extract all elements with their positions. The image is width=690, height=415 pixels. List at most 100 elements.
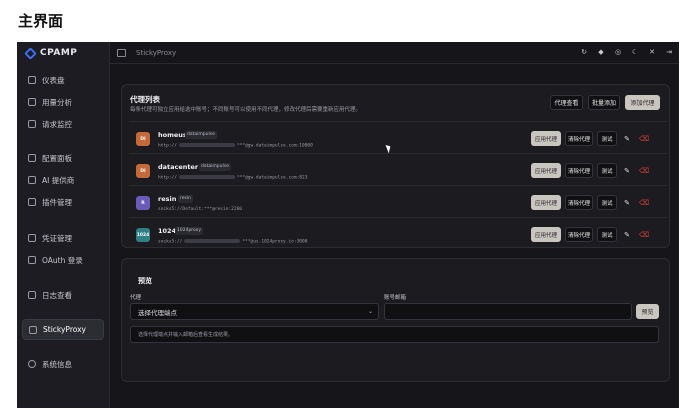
sidebar-item-oauth[interactable]: OAuth 登录: [22, 251, 104, 269]
sidebar-item-credentials[interactable]: 凭证管理: [22, 229, 104, 247]
proxy-url: socks5://***@us.1024proxy.io:3000: [158, 239, 308, 245]
sidebar-item-dashboard[interactable]: 仪表盘: [22, 71, 104, 89]
batch-add-button[interactable]: 批量添加: [588, 95, 620, 110]
delete-icon[interactable]: ⌫: [639, 163, 649, 178]
proxy-field-label: 代理: [130, 295, 142, 301]
sidebar-item-plugins[interactable]: 插件管理: [22, 193, 104, 211]
globe-icon[interactable]: ◎: [614, 48, 622, 56]
credential-icon: [28, 234, 36, 242]
edit-icon[interactable]: ✎: [622, 195, 632, 210]
refresh-icon[interactable]: ↻: [580, 48, 588, 56]
sidebar: CPAMP 仪表盘 用量分析 请求监控 配置面板 AI 提供商 插件管理 凭证管…: [17, 42, 110, 408]
sidebar-item-logs[interactable]: 日志查看: [22, 286, 104, 304]
breadcrumb: StickyProxy: [136, 48, 177, 57]
redacted-credentials: [184, 239, 241, 243]
sidebar-item-label: 插件管理: [42, 197, 72, 207]
main-content: 代理列表 每条代理可独立应用给选中账号；不同账号可以使用不同代理，修改代理后需要…: [110, 64, 679, 408]
proxy-list-title: 代理列表: [130, 95, 160, 104]
topbar: StickyProxy ↻ ◆ ◎ ☾ ✕ ⇥: [110, 42, 679, 64]
sidebar-item-system[interactable]: 系统信息: [22, 355, 104, 373]
proxy-list-subtitle: 每条代理可独立应用给选中账号；不同账号可以使用不同代理，修改代理后需要重新应用代…: [130, 107, 362, 113]
proxy-avatar: R: [136, 196, 150, 210]
test-proxy-button[interactable]: 测试: [597, 227, 617, 242]
brand-name: CPAMP: [40, 48, 78, 58]
sidebar-item-label: 凭证管理: [42, 233, 72, 243]
clear-proxy-button[interactable]: 清除代理: [565, 227, 593, 242]
app-window: CPAMP 仪表盘 用量分析 请求监控 配置面板 AI 提供商 插件管理 凭证管…: [17, 42, 679, 408]
topbar-tools: ↻ ◆ ◎ ☾ ✕ ⇥: [580, 48, 673, 56]
clear-proxy-button[interactable]: 清除代理: [565, 195, 593, 210]
proxy-url: http://***@gw.dataimpulse.com:823: [158, 175, 308, 181]
sidebar-item-label: 系统信息: [42, 359, 72, 369]
monitor-icon: [28, 120, 36, 128]
brand[interactable]: CPAMP: [17, 42, 109, 64]
proxy-url: socks5://Default:***@resin:2260: [158, 207, 242, 212]
chevron-down-icon: ⌄: [367, 308, 373, 315]
sidebar-item-config[interactable]: 配置面板: [22, 149, 104, 167]
test-proxy-button[interactable]: 测试: [597, 163, 617, 178]
sidebar-item-label: OAuth 登录: [42, 255, 83, 265]
sidebar-item-label: StickyProxy: [43, 325, 86, 334]
apply-proxy-button[interactable]: 应用代理: [531, 195, 561, 210]
edit-icon[interactable]: ✎: [622, 163, 632, 178]
proxy-row: 1024 1024 1024proxy socks5://***@us.1024…: [129, 217, 667, 249]
sidebar-item-label: 日志查看: [42, 290, 72, 300]
sidebar-item-stickyproxy[interactable]: StickyProxy: [22, 319, 104, 340]
proxy-list-card: 代理列表 每条代理可独立应用给选中账号；不同账号可以使用不同代理，修改代理后需要…: [121, 84, 670, 248]
proxy-avatar-text: R: [141, 200, 145, 206]
info-icon: [28, 360, 36, 368]
email-input[interactable]: [384, 303, 632, 320]
proxy-row: DI datacenter dataimpulse http://***@gw.…: [129, 153, 667, 185]
proxy-name: datacenter: [158, 163, 199, 171]
preview-button[interactable]: 预览: [636, 304, 659, 319]
theme-moon-icon[interactable]: ☾: [631, 48, 639, 56]
delete-icon[interactable]: ⌫: [639, 227, 649, 242]
proxy-avatar-text: DI: [140, 136, 146, 142]
proxy-url: http://***@gw.dataimpulse.com:10000: [158, 143, 313, 149]
proxy-tag: dataimpulse: [185, 131, 217, 139]
sidebar-item-monitor[interactable]: 请求监控: [22, 115, 104, 133]
apply-proxy-button[interactable]: 应用代理: [531, 131, 561, 146]
proxy-endpoint-select[interactable]: 选择代理端点 ⌄: [130, 303, 379, 320]
tools-icon[interactable]: ✕: [648, 48, 656, 56]
edit-icon[interactable]: ✎: [622, 131, 632, 146]
edit-icon[interactable]: ✎: [622, 227, 632, 242]
view-proxies-button[interactable]: 代理查看: [550, 95, 583, 110]
github-icon[interactable]: ◆: [597, 48, 605, 56]
redacted-credentials: [178, 143, 235, 147]
apply-proxy-button[interactable]: 应用代理: [531, 227, 561, 242]
sidebar-item-label: 配置面板: [42, 153, 72, 163]
clear-proxy-button[interactable]: 清除代理: [565, 131, 593, 146]
sidebar-item-providers[interactable]: AI 提供商: [22, 171, 104, 189]
test-proxy-button[interactable]: 测试: [597, 195, 617, 210]
sidebar-item-label: 用量分析: [42, 97, 72, 107]
logout-icon[interactable]: ⇥: [665, 48, 673, 56]
toggle-sidebar-icon[interactable]: [117, 48, 126, 57]
preview-card: 预览 代理 选择代理端点 ⌄ 账号邮箱 预览 选择代理端点并输入邮箱后查看生成结果…: [121, 258, 670, 382]
add-proxy-button[interactable]: 添加代理: [625, 95, 660, 110]
oauth-icon: [28, 256, 36, 264]
page-heading: 主界面: [18, 12, 64, 30]
apply-proxy-button[interactable]: 应用代理: [531, 163, 561, 178]
clear-proxy-button[interactable]: 清除代理: [565, 163, 593, 178]
test-proxy-button[interactable]: 测试: [597, 131, 617, 146]
sidebar-item-label: 仪表盘: [42, 75, 65, 85]
delete-icon[interactable]: ⌫: [639, 131, 649, 146]
screenshot-stage: 主界面 CPAMP 仪表盘 用量分析 请求监控 配置面板 AI 提供商 插件管理…: [0, 0, 690, 415]
sidebar-item-label: 请求监控: [42, 119, 72, 129]
email-field-label: 账号邮箱: [384, 295, 407, 301]
proxy-avatar: DI: [136, 164, 150, 178]
proxy-name: 1024: [158, 227, 177, 235]
proxy-tag: 1024proxy: [175, 227, 204, 235]
provider-icon: [28, 176, 36, 184]
proxy-avatar-text: DI: [140, 168, 146, 174]
delete-icon[interactable]: ⌫: [639, 195, 649, 210]
log-icon: [28, 291, 36, 299]
chart-icon: [28, 98, 36, 106]
proxy-row: DI homeus dataimpulse http://***@gw.data…: [129, 121, 667, 153]
brand-logo-icon: [24, 46, 37, 60]
plugin-icon: [28, 198, 36, 206]
sidebar-item-usage[interactable]: 用量分析: [22, 93, 104, 111]
proxy-avatar: DI: [136, 132, 150, 146]
dashboard-icon: [28, 76, 36, 84]
